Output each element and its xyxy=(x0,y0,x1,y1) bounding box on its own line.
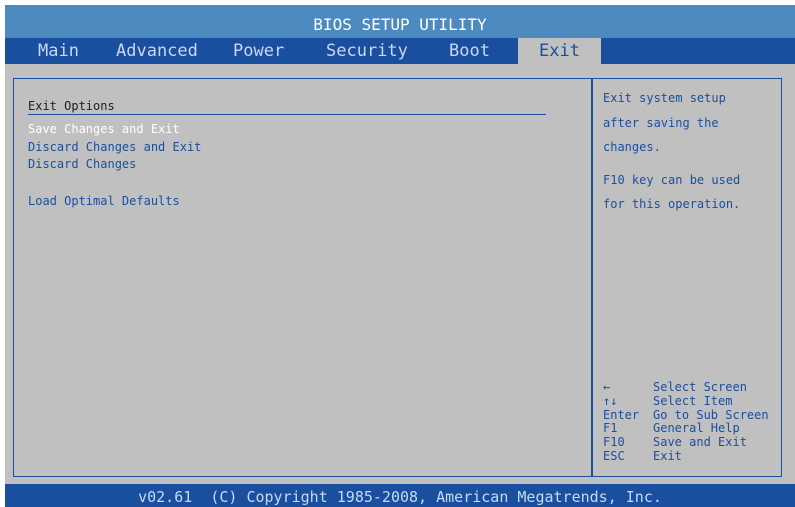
help-line: for this operation. xyxy=(603,197,741,211)
key-row: F10 Save and Exit xyxy=(603,435,769,450)
discard-changes-and-exit-option[interactable]: Discard Changes and Exit xyxy=(28,140,201,154)
exit-options-panel: Exit Options Save Changes and Exit Disca… xyxy=(13,78,593,477)
key-row: ↑↓ Select Item xyxy=(603,393,769,409)
key-label: ESC xyxy=(603,448,625,463)
key-label: F10 xyxy=(603,435,625,450)
up-down-arrows-icon: ↑↓ xyxy=(603,393,618,408)
key-action: General Help xyxy=(653,421,740,436)
load-optimal-defaults-option[interactable]: Load Optimal Defaults xyxy=(28,194,180,208)
key-row: ESC Exit xyxy=(603,448,769,464)
tab-exit[interactable]: Exit xyxy=(518,38,601,64)
tab-power[interactable]: Power xyxy=(221,38,296,64)
key-action: Save and Exit xyxy=(653,435,747,450)
key-label: F1 xyxy=(603,421,618,436)
key-label: Enter xyxy=(603,407,640,422)
help-line: changes. xyxy=(603,140,661,154)
tab-boot[interactable]: Boot xyxy=(437,38,502,64)
key-action: Go to Sub Screen xyxy=(653,407,769,422)
bios-title: BIOS SETUP UTILITY xyxy=(313,15,487,34)
key-row: F1 General Help xyxy=(603,422,769,436)
help-line: F10 key can be used xyxy=(603,172,741,187)
key-legend: ← Select Screen ↑↓ Select Item Enter Go … xyxy=(603,380,769,464)
help-text: Exit system setup after saving the chang… xyxy=(603,86,775,217)
copyright-footer: v02.61 (C) Copyright 1985-2008, American… xyxy=(5,484,795,507)
discard-changes-option[interactable]: Discard Changes xyxy=(28,157,136,171)
key-row: Enter Go to Sub Screen xyxy=(603,407,769,423)
section-title: Exit Options xyxy=(28,99,115,113)
menu-bar: Main Advanced Power Security Boot Exit xyxy=(5,38,795,64)
title-divider xyxy=(28,114,546,115)
bios-screen: BIOS SETUP UTILITY Main Advanced Power S… xyxy=(5,5,795,507)
tab-security[interactable]: Security xyxy=(314,38,420,64)
help-line: Exit system setup xyxy=(603,91,726,105)
tab-advanced[interactable]: Advanced xyxy=(104,38,210,64)
key-action: Select Item xyxy=(653,393,733,408)
help-panel: Exit system setup after saving the chang… xyxy=(591,78,782,477)
title-bar: BIOS SETUP UTILITY xyxy=(5,5,795,38)
help-line: after saving the xyxy=(603,115,719,130)
key-action: Select Screen xyxy=(653,380,747,394)
key-row: ← Select Screen xyxy=(603,380,769,395)
left-arrow-icon: ← xyxy=(603,380,611,394)
tab-main[interactable]: Main xyxy=(26,38,91,64)
key-action: Exit xyxy=(653,448,682,463)
save-changes-and-exit-option[interactable]: Save Changes and Exit xyxy=(28,122,180,136)
